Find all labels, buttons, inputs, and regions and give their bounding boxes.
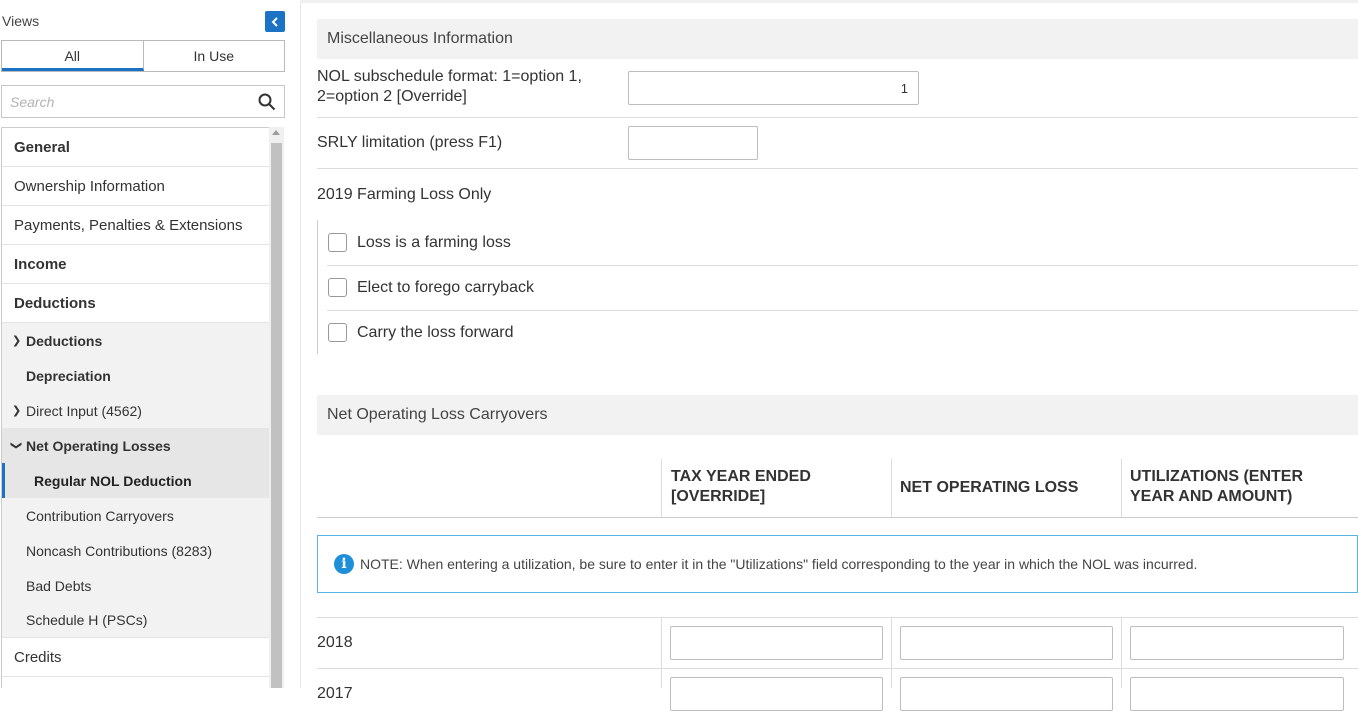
utilizations-input[interactable]: [1130, 626, 1344, 660]
tree-subitem-depreciation[interactable]: Depreciation: [2, 358, 269, 393]
column-divider: [661, 618, 662, 688]
tree-item-label: Direct Input (4562): [26, 402, 142, 419]
column-divider: [1121, 618, 1122, 688]
toggle-in-use-button[interactable]: In Use: [144, 41, 285, 71]
tree-item-label: Bad Debts: [26, 577, 92, 594]
tree-item-label: Income: [14, 255, 67, 273]
views-sidebar: Views All In Use Search General Ownershi…: [0, 0, 288, 688]
tax-year-ended-input[interactable]: [670, 626, 883, 660]
column-header-line: [OVERRIDE]: [671, 488, 766, 505]
main-form: Miscellaneous Information NOL subschedul…: [317, 0, 1358, 711]
tree-item-label: Payments, Penalties & Extensions: [14, 216, 243, 234]
toggle-all-button[interactable]: All: [2, 41, 144, 71]
tree-item-label: Schedule H (PSCs): [26, 612, 148, 628]
tree-subitem-bad-debts[interactable]: Bad Debts: [2, 568, 269, 603]
forego-carryback-checkbox[interactable]: [328, 278, 347, 297]
nol-section-header: Net Operating Loss Carryovers: [317, 395, 1358, 435]
nol-row-year: 2017: [317, 685, 353, 702]
row-divider: [327, 310, 1358, 311]
column-header-line: YEAR AND AMOUNT): [1130, 488, 1293, 505]
nol-format-label: NOL subschedule format: 1=option 1, 2=op…: [317, 67, 582, 107]
carry-forward-checkbox[interactable]: [328, 323, 347, 342]
tax-year-ended-input[interactable]: [670, 677, 883, 711]
checkbox-group-bar: [317, 220, 318, 354]
tree-item-payments-penalties-extensions[interactable]: Payments, Penalties & Extensions: [2, 206, 269, 245]
chevron-left-icon: [271, 16, 278, 27]
nol-format-label-line2: 2=option 2 [Override]: [317, 88, 467, 105]
row-divider: [317, 168, 1358, 169]
scrollbar-thumb[interactable]: [271, 143, 282, 688]
srly-input[interactable]: [628, 126, 758, 160]
tree-item-label: Regular NOL Deduction: [34, 472, 192, 489]
tree-item-label: General: [14, 138, 70, 156]
section-tree: General Ownership Information Payments, …: [1, 127, 269, 688]
tree-item-label: Credits: [14, 648, 62, 666]
utilizations-input[interactable]: [1130, 677, 1344, 711]
row-divider: [327, 265, 1358, 266]
column-header-utilizations: UTILIZATIONS (ENTER YEAR AND AMOUNT): [1130, 467, 1303, 507]
srly-label: SRLY limitation (press F1): [317, 134, 503, 151]
farming-loss-checkbox-label: Loss is a farming loss: [357, 234, 511, 251]
info-icon: i: [334, 554, 354, 574]
nol-row-year: 2018: [317, 634, 353, 651]
tree-item-label: Deductions: [26, 332, 103, 349]
search-placeholder: Search: [10, 94, 55, 110]
net-operating-loss-input[interactable]: [900, 626, 1113, 660]
utilization-note: i NOTE: When entering a utilization, be …: [317, 535, 1358, 593]
tree-item-label: Noncash Contributions (8283): [26, 542, 212, 559]
tree-subitem-contribution-carryovers[interactable]: Contribution Carryovers: [2, 498, 269, 533]
tree-subitem-schedule-h[interactable]: Schedule H (PSCs): [2, 603, 269, 638]
tree-item-ownership-information[interactable]: Ownership Information: [2, 167, 269, 206]
column-header-tax-year-ended: TAX YEAR ENDED [OVERRIDE]: [671, 467, 811, 507]
collapse-sidebar-button[interactable]: [265, 11, 285, 32]
table-header-divider: [317, 517, 1358, 518]
tree-item-general[interactable]: General: [2, 128, 269, 167]
net-operating-loss-input[interactable]: [900, 677, 1113, 711]
tree-item-label: Depreciation: [26, 367, 111, 384]
sidebar-scrollbar[interactable]: [269, 127, 284, 688]
row-divider: [317, 668, 1358, 669]
search-input[interactable]: Search: [1, 85, 285, 118]
scroll-up-arrow-icon[interactable]: [272, 130, 280, 135]
tree-item-label: Deductions: [14, 294, 96, 312]
tree-item-credits[interactable]: Credits: [2, 638, 269, 677]
carry-forward-checkbox-label: Carry the loss forward: [357, 324, 514, 341]
view-toggle: All In Use: [1, 40, 285, 72]
tree-subitem-noncash-contributions[interactable]: Noncash Contributions (8283): [2, 533, 269, 568]
panel-divider: [300, 0, 301, 688]
column-divider: [661, 459, 662, 518]
row-divider: [317, 117, 1358, 118]
tree-subitem-direct-input[interactable]: ❯ Direct Input (4562): [2, 393, 269, 428]
chevron-down-icon[interactable]: ❯: [2, 441, 34, 450]
tree-item-income[interactable]: Income: [2, 245, 269, 284]
tree-item-label: Contribution Carryovers: [26, 507, 174, 524]
column-divider: [891, 618, 892, 688]
tree-item-label: Ownership Information: [14, 177, 165, 195]
column-header-line: UTILIZATIONS (ENTER: [1130, 468, 1304, 485]
farming-loss-checkbox[interactable]: [328, 233, 347, 252]
farming-loss-heading: 2019 Farming Loss Only: [317, 186, 492, 203]
tree-item-label: Net Operating Losses: [26, 437, 171, 454]
column-header-line: TAX YEAR ENDED: [671, 468, 811, 485]
forego-carryback-checkbox-label: Elect to forego carryback: [357, 279, 534, 296]
tree-subitem-deductions[interactable]: ❯ Deductions: [2, 323, 269, 358]
chevron-right-icon[interactable]: ❯: [12, 393, 21, 428]
column-divider: [1121, 459, 1122, 518]
nol-format-label-line1: NOL subschedule format: 1=option 1,: [317, 68, 582, 85]
tree-subitem-regular-nol-deduction[interactable]: Regular NOL Deduction: [2, 463, 269, 498]
column-divider: [891, 459, 892, 518]
row-divider: [317, 617, 1358, 618]
tree-item-deductions[interactable]: Deductions: [2, 284, 269, 323]
nol-format-input[interactable]: 1: [628, 71, 919, 105]
misc-section-header: Miscellaneous Information: [317, 19, 1358, 59]
search-icon[interactable]: [258, 93, 276, 111]
note-text: NOTE: When entering a utilization, be su…: [360, 556, 1198, 572]
views-label: Views: [2, 13, 40, 29]
tree-subitem-net-operating-losses[interactable]: ❯ Net Operating Losses: [2, 428, 269, 463]
chevron-right-icon[interactable]: ❯: [12, 323, 21, 358]
column-header-net-operating-loss: NET OPERATING LOSS: [900, 479, 1079, 496]
